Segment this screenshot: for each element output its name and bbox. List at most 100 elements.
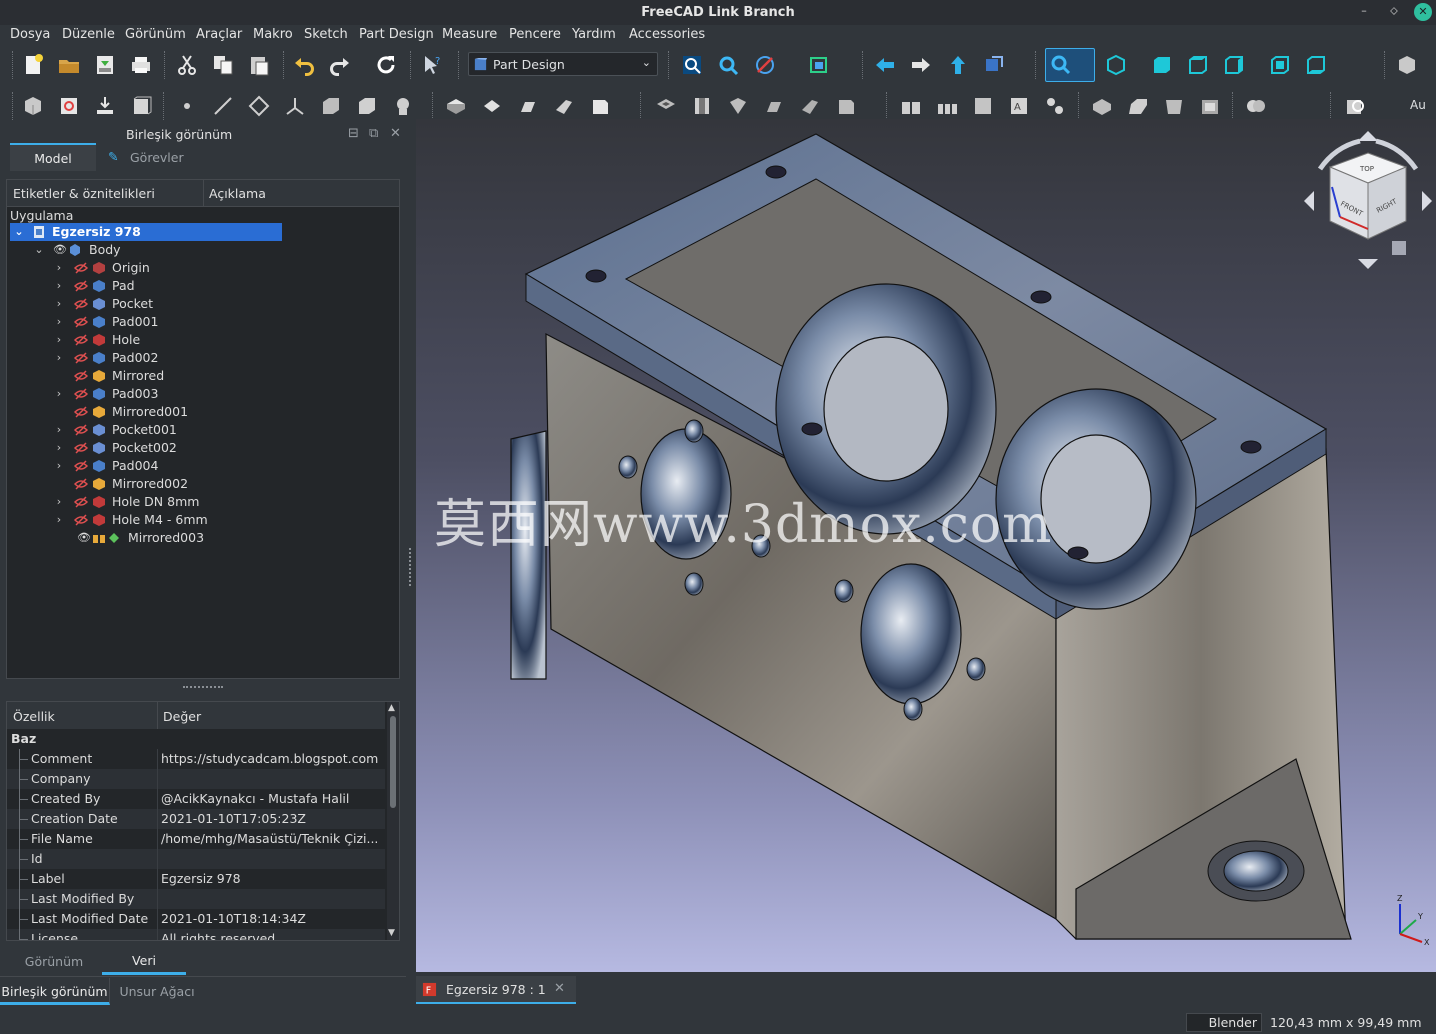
tree-feature-row[interactable]: › Pad004 xyxy=(10,457,400,475)
part-box-icon[interactable] xyxy=(1395,53,1419,77)
draft-icon[interactable] xyxy=(1162,94,1186,118)
hidden-eye-icon[interactable] xyxy=(74,297,88,311)
view-bottom-icon[interactable] xyxy=(1304,53,1328,77)
tree-feature-row[interactable]: 👁 Mirrored003 xyxy=(10,529,400,547)
undo-icon[interactable] xyxy=(292,53,316,77)
menu-tools[interactable]: Araçlar xyxy=(196,27,242,42)
subtractive-loft-icon[interactable] xyxy=(762,94,786,118)
hidden-eye-icon[interactable] xyxy=(74,405,88,419)
tree-feature-row[interactable]: › Pad002 xyxy=(10,349,400,367)
local-coordinate-icon[interactable] xyxy=(283,94,307,118)
clone-binder-icon[interactable] xyxy=(391,94,415,118)
property-row[interactable]: Creation Date 2021-01-10T17:05:23Z xyxy=(7,809,385,829)
hidden-eye-icon[interactable] xyxy=(74,333,88,347)
groove-icon[interactable] xyxy=(726,94,750,118)
copy-icon[interactable] xyxy=(211,53,235,77)
hidden-eye-icon[interactable] xyxy=(74,369,88,383)
subshape-binder-icon[interactable] xyxy=(355,94,379,118)
scroll-thumb[interactable] xyxy=(390,716,396,808)
visibility-eye-icon[interactable]: 👁 xyxy=(53,241,67,259)
forward-arrow-icon[interactable] xyxy=(909,53,933,77)
document-tab[interactable]: F Egzersiz 978 : 1 ✕ xyxy=(416,976,576,1004)
thickness-icon[interactable] xyxy=(1198,94,1222,118)
tree-feature-row[interactable]: Mirrored001 xyxy=(10,403,400,421)
boolean-icon[interactable] xyxy=(1244,94,1268,118)
vertical-splitter[interactable] xyxy=(409,548,412,586)
tree-col-description[interactable]: Açıklama xyxy=(209,186,266,201)
chamfer-icon[interactable] xyxy=(1126,94,1150,118)
shape-binder-icon[interactable] xyxy=(319,94,343,118)
tree-feature-row[interactable]: Mirrored xyxy=(10,367,400,385)
menu-part-design[interactable]: Part Design xyxy=(359,27,434,42)
expand-arrow-icon[interactable]: › xyxy=(54,331,64,349)
tree-feature-row[interactable]: › Pad001 xyxy=(10,313,400,331)
paste-icon[interactable] xyxy=(247,53,271,77)
fit-all-icon[interactable] xyxy=(680,53,704,77)
multi-transform-icon[interactable] xyxy=(1043,94,1067,118)
hidden-eye-icon[interactable] xyxy=(74,261,88,275)
subtractive-pipe-icon[interactable] xyxy=(798,94,822,118)
visibility-eye-icon[interactable]: 👁 xyxy=(77,529,91,547)
additive-loft-icon[interactable] xyxy=(516,94,540,118)
tree-feature-row[interactable]: › Hole DN 8mm xyxy=(10,493,400,511)
dock-close-icon[interactable]: ✕ xyxy=(390,126,401,141)
tree-feature-row[interactable]: › Pocket001 xyxy=(10,421,400,439)
create-sketch-icon[interactable] xyxy=(57,94,81,118)
expand-arrow-icon[interactable]: › xyxy=(54,385,64,403)
hole-icon[interactable] xyxy=(690,94,714,118)
hidden-eye-icon[interactable] xyxy=(74,279,88,293)
maximize-button[interactable]: ⬦ xyxy=(1386,4,1402,20)
property-row[interactable]: Label Egzersiz 978 xyxy=(7,869,385,889)
tab-data-properties[interactable]: Veri xyxy=(102,947,186,975)
view-top-icon[interactable] xyxy=(1186,53,1210,77)
dock-float-icon[interactable]: ⊟ xyxy=(348,126,359,141)
view-rear-icon[interactable] xyxy=(1268,53,1292,77)
property-row[interactable]: Created By @AcikKaynakcı - Mustafa Halil xyxy=(7,789,385,809)
draw-style-icon[interactable] xyxy=(753,53,777,77)
up-arrow-icon[interactable] xyxy=(946,53,970,77)
expand-arrow-icon[interactable]: › xyxy=(54,313,64,331)
menu-measure[interactable]: Measure xyxy=(442,27,497,42)
tree-feature-row[interactable]: › Hole M4 - 6mm xyxy=(10,511,400,529)
tree-body-row[interactable]: ⌄ 👁 Body xyxy=(10,241,400,259)
cut-icon[interactable] xyxy=(175,53,199,77)
tree-document-row[interactable]: ⌄ Egzersiz 978 xyxy=(10,223,282,241)
hidden-eye-icon[interactable] xyxy=(74,459,88,473)
property-value[interactable]: All rights reserved xyxy=(161,929,383,940)
view-isometric-icon[interactable] xyxy=(1104,53,1128,77)
revolution-icon[interactable] xyxy=(480,94,504,118)
tree-feature-row[interactable]: › Origin xyxy=(10,259,400,277)
hidden-eye-icon[interactable] xyxy=(74,513,88,527)
property-row[interactable]: Id xyxy=(7,849,385,869)
inspect-icon[interactable] xyxy=(1343,94,1367,118)
refresh-icon[interactable] xyxy=(374,53,398,77)
scroll-up-icon[interactable]: ▲ xyxy=(388,703,395,713)
menu-accessories[interactable]: Accessories xyxy=(629,27,705,42)
tab-feature-tree[interactable]: Unsur Ağacı xyxy=(112,978,202,1005)
expand-arrow-icon[interactable]: › xyxy=(54,421,64,439)
property-row[interactable]: File Name/home/mhg/Masaüstü/Teknik Çizi.… xyxy=(7,829,385,849)
expand-arrow-icon[interactable]: › xyxy=(54,295,64,313)
property-value[interactable]: https://studycadcam.blogspot.com xyxy=(161,749,383,769)
menu-help[interactable]: Yardım xyxy=(572,27,616,42)
property-value[interactable]: 2021-01-10T18:14:34Z xyxy=(161,909,383,929)
tab-model[interactable]: Model xyxy=(10,143,96,171)
collapse-arrow-icon[interactable]: ⌄ xyxy=(34,241,44,259)
polar-pattern-icon[interactable] xyxy=(971,94,995,118)
additive-primitive-icon[interactable] xyxy=(588,94,612,118)
tree-feature-row[interactable]: › Pocket002 xyxy=(10,439,400,457)
scroll-down-icon[interactable]: ▼ xyxy=(388,928,395,938)
scaled-icon[interactable]: A xyxy=(1007,94,1031,118)
property-col-value[interactable]: Değer xyxy=(163,709,201,724)
menu-sketch[interactable]: Sketch xyxy=(304,27,348,42)
fit-selection-icon[interactable] xyxy=(716,53,740,77)
import-icon[interactable] xyxy=(93,94,117,118)
property-row[interactable]: Last Modified By xyxy=(7,889,385,909)
tab-tasks[interactable]: ✎ Görevler xyxy=(104,144,200,172)
bounding-box-icon[interactable] xyxy=(808,53,832,77)
view-right-icon[interactable] xyxy=(1222,53,1246,77)
datum-plane-icon[interactable] xyxy=(247,94,271,118)
hidden-eye-icon[interactable] xyxy=(74,351,88,365)
whats-this-icon[interactable]: ? xyxy=(420,53,444,77)
open-folder-icon[interactable] xyxy=(57,53,81,77)
